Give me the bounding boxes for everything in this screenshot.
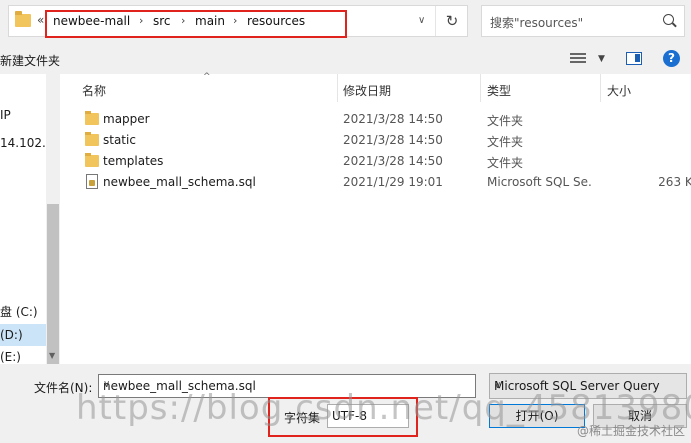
file-name: newbee_mall_schema.sql: [103, 175, 256, 189]
breadcrumb-overflow[interactable]: «: [37, 13, 44, 27]
nav-item-network-address[interactable]: 14.102.59: [0, 132, 46, 154]
file-list: ^ 名称 修改日期 类型 大小 mapper 2021/3/28 14:50 文…: [60, 72, 691, 364]
file-date: 2021/3/28 14:50: [343, 154, 443, 168]
address-highlight-box: [45, 10, 347, 38]
list-item[interactable]: mapper 2021/3/28 14:50 文件夹: [60, 109, 691, 130]
chevron-down-icon[interactable]: ∨: [418, 15, 425, 26]
column-header-size[interactable]: 大小: [607, 82, 631, 99]
file-type: 文件夹: [487, 156, 524, 170]
help-icon[interactable]: ?: [663, 50, 680, 67]
sort-ascending-icon: ^: [203, 72, 211, 82]
folder-icon: [85, 111, 99, 125]
file-date: 2021/3/28 14:50: [343, 133, 443, 147]
nav-item-ip[interactable]: IP: [0, 104, 46, 126]
list-item[interactable]: templates 2021/3/28 14:50 文件夹: [60, 151, 691, 172]
corner-badge: @稀土掘金技术社区: [576, 424, 685, 438]
refresh-button[interactable]: ↻: [435, 6, 468, 36]
list-item[interactable]: static 2021/3/28 14:50 文件夹: [60, 130, 691, 151]
view-options-icon[interactable]: [570, 53, 586, 65]
nav-scrollbar[interactable]: ▼: [46, 74, 60, 384]
list-item[interactable]: newbee_mall_schema.sql 2021/1/29 19:01 M…: [60, 172, 691, 193]
file-type: 文件夹: [487, 135, 524, 149]
column-header-name[interactable]: 名称: [82, 82, 106, 99]
column-header-date[interactable]: 修改日期: [343, 82, 391, 99]
nav-item-drive-d[interactable]: (D:): [0, 324, 46, 346]
search-placeholder[interactable]: 搜索"resources": [490, 14, 583, 31]
toolbar: 新建文件夹 ▼ ?: [0, 44, 691, 74]
file-date: 2021/1/29 19:01: [343, 175, 443, 189]
folder-icon: [15, 11, 31, 27]
file-type: 文件夹: [487, 114, 524, 128]
sql-file-icon: [86, 174, 98, 189]
folder-icon: [85, 153, 99, 167]
file-name: static: [103, 133, 136, 147]
refresh-icon: ↻: [445, 12, 459, 30]
nav-item-drive-c[interactable]: 盘 (C:): [0, 301, 46, 323]
file-size: 263 KB: [658, 175, 691, 189]
file-date: 2021/3/28 14:50: [343, 112, 443, 126]
search-icon[interactable]: [663, 14, 674, 25]
column-header-type[interactable]: 类型: [487, 82, 511, 99]
new-folder-button[interactable]: 新建文件夹: [0, 52, 60, 69]
view-dropdown-icon[interactable]: ▼: [598, 54, 605, 64]
search-box[interactable]: 搜索"resources": [481, 5, 685, 37]
file-list-header: ^ 名称 修改日期 类型 大小: [60, 72, 691, 102]
preview-pane-icon[interactable]: [626, 52, 642, 65]
folder-icon: [85, 132, 99, 146]
file-name: mapper: [103, 112, 150, 126]
file-name: templates: [103, 154, 164, 168]
scroll-down-icon[interactable]: ▼: [49, 351, 55, 360]
file-type: Microsoft SQL Se...: [487, 175, 591, 189]
